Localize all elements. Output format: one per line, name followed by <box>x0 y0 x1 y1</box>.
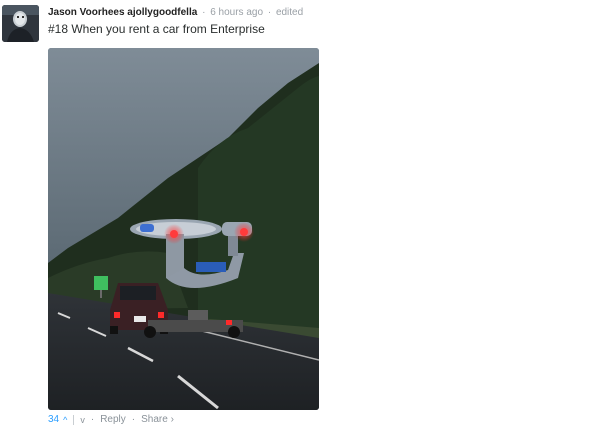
vote-count: 34 <box>48 414 60 425</box>
vote-divider <box>73 414 75 425</box>
footer-separator: · <box>90 414 95 425</box>
comment-text: #18 When you rent a car from Enterprise <box>48 22 265 36</box>
footer-separator: · <box>131 414 136 425</box>
upvote-icon[interactable]: ^ <box>63 415 67 425</box>
meta-separator: · <box>267 7 272 18</box>
edited-label: edited <box>275 7 304 18</box>
reply-button[interactable]: Reply <box>100 414 126 425</box>
share-button[interactable]: Share › <box>141 414 174 425</box>
avatar-image <box>2 5 39 42</box>
comment-footer: 34 ^ v · Reply · Share › <box>48 414 174 425</box>
meta-separator: · <box>202 7 206 18</box>
timestamp[interactable]: 6 hours ago <box>210 7 263 18</box>
comment-meta: Jason Voorhees ajollygoodfella · 6 hours… <box>48 7 303 18</box>
author-name[interactable]: Jason Voorhees ajollygoodfella <box>48 7 197 18</box>
avatar[interactable] <box>2 5 39 42</box>
photo-scene <box>48 48 319 410</box>
downvote-icon[interactable]: v <box>80 415 85 425</box>
comment-image[interactable] <box>48 48 319 410</box>
